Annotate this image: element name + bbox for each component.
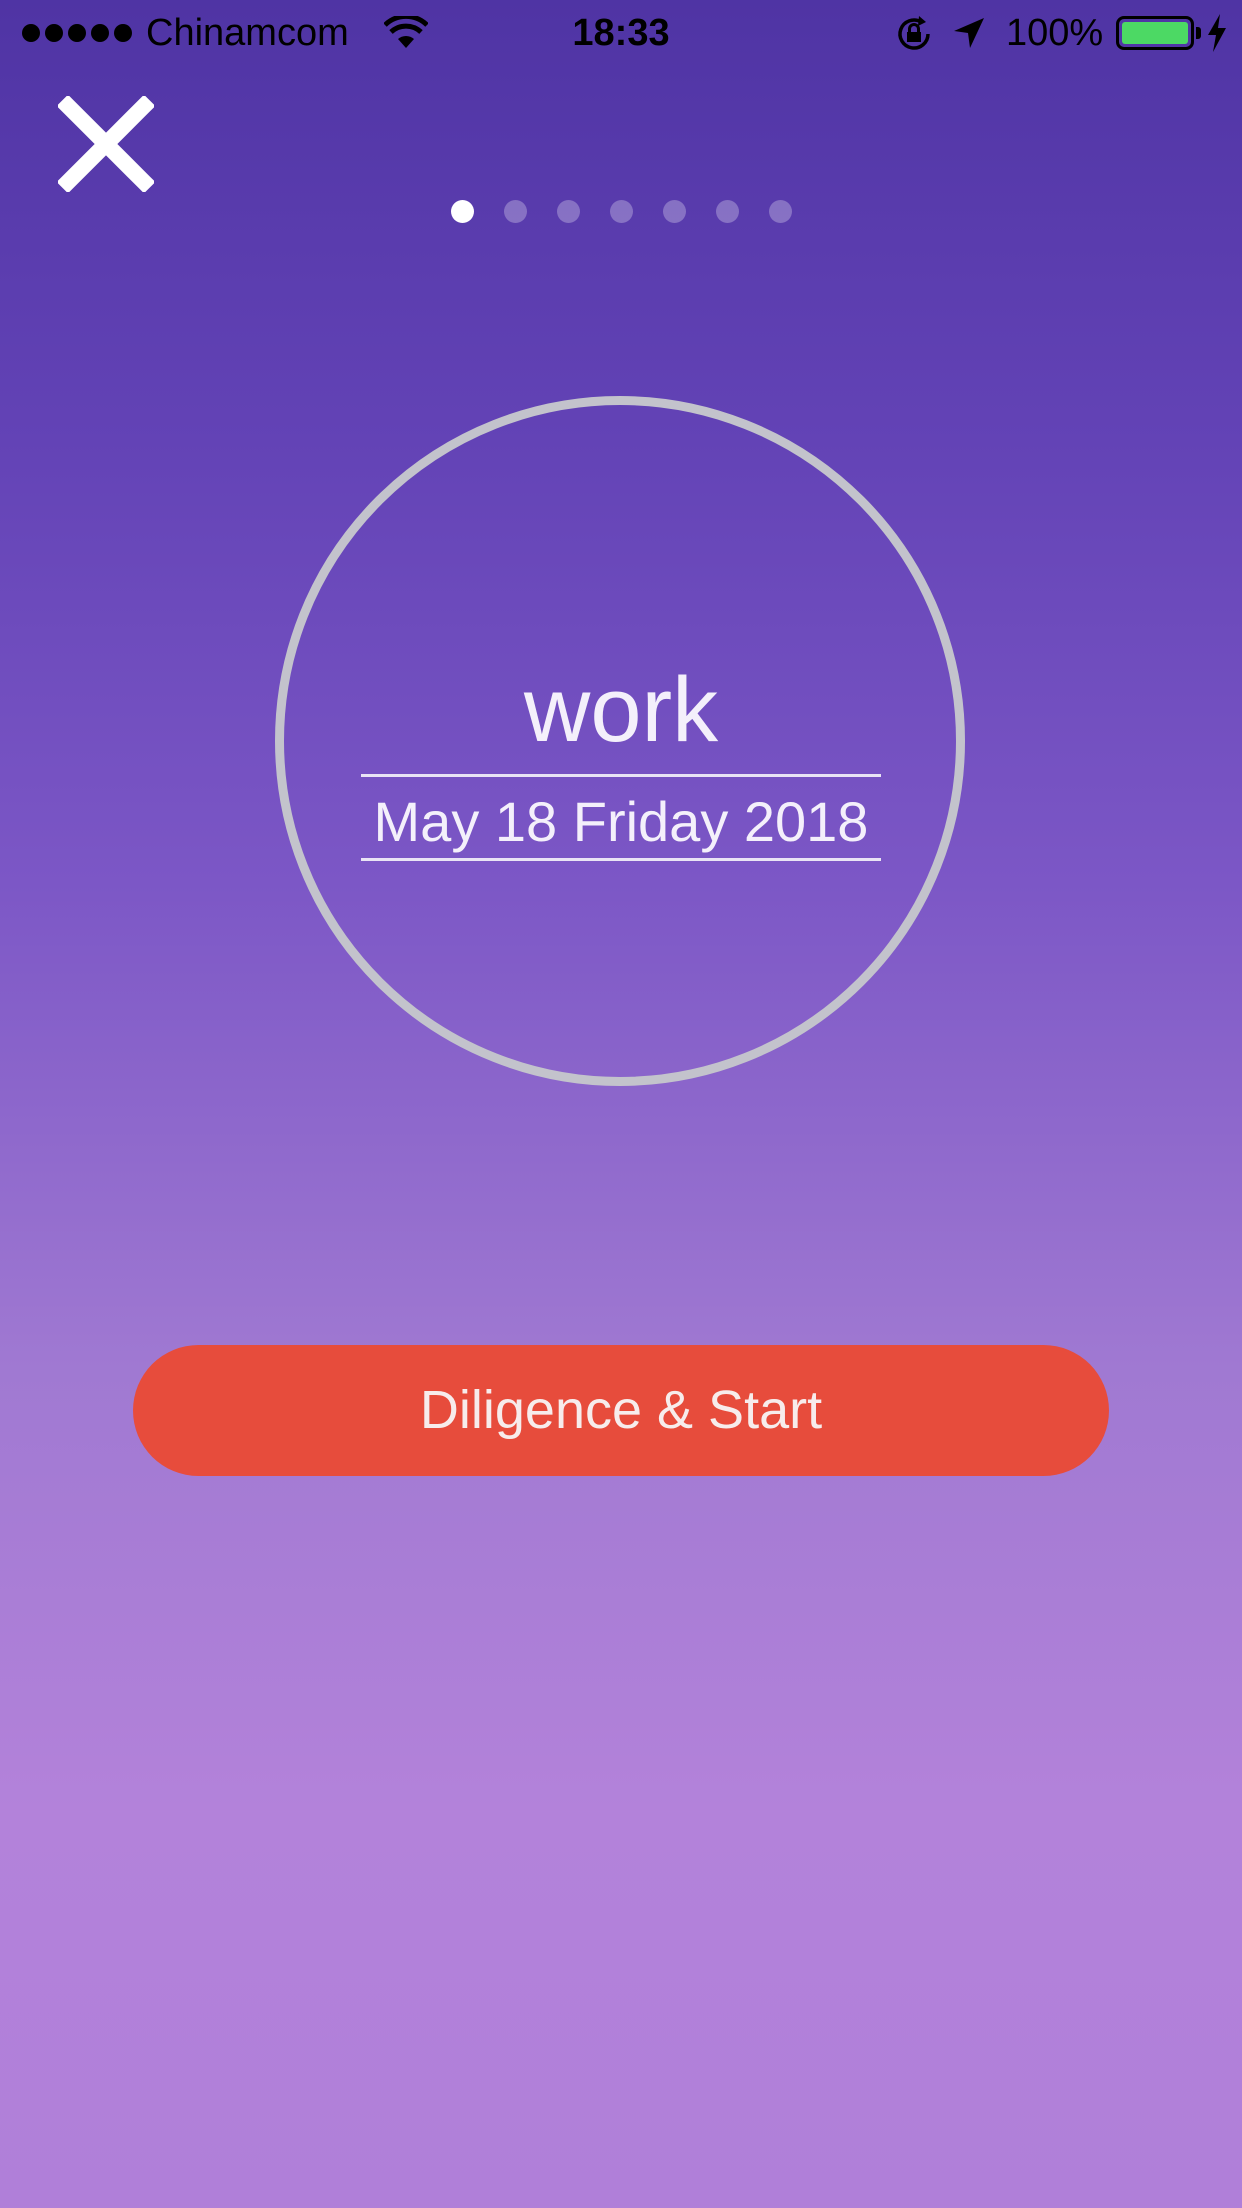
page-dot-2[interactable] (503, 200, 527, 223)
rotation-lock-icon (898, 16, 930, 50)
page-dot-4[interactable] (609, 200, 633, 223)
page-dot-6[interactable] (715, 200, 739, 223)
page-dot-5[interactable] (662, 200, 686, 223)
date-divider-top (361, 774, 881, 777)
page-dot-3[interactable] (556, 200, 580, 223)
battery-icon (1116, 16, 1194, 50)
battery-level (1122, 22, 1188, 44)
charging-bolt-icon (1208, 14, 1226, 52)
close-icon[interactable] (58, 96, 154, 192)
task-name: work (523, 659, 719, 761)
status-bar: Chinamcom 18:33 100% (0, 0, 1242, 66)
task-date: May 18 Friday 2018 (373, 790, 869, 853)
battery-cap (1196, 27, 1201, 39)
page-dot-1[interactable] (450, 200, 474, 223)
location-arrow-icon (954, 18, 984, 48)
page-dot-7[interactable] (768, 200, 792, 223)
page-indicator (0, 200, 1242, 224)
battery-percent: 100% (1006, 12, 1104, 54)
diligence-start-button[interactable]: Diligence & Start (133, 1345, 1109, 1476)
date-divider-bottom (361, 858, 881, 861)
